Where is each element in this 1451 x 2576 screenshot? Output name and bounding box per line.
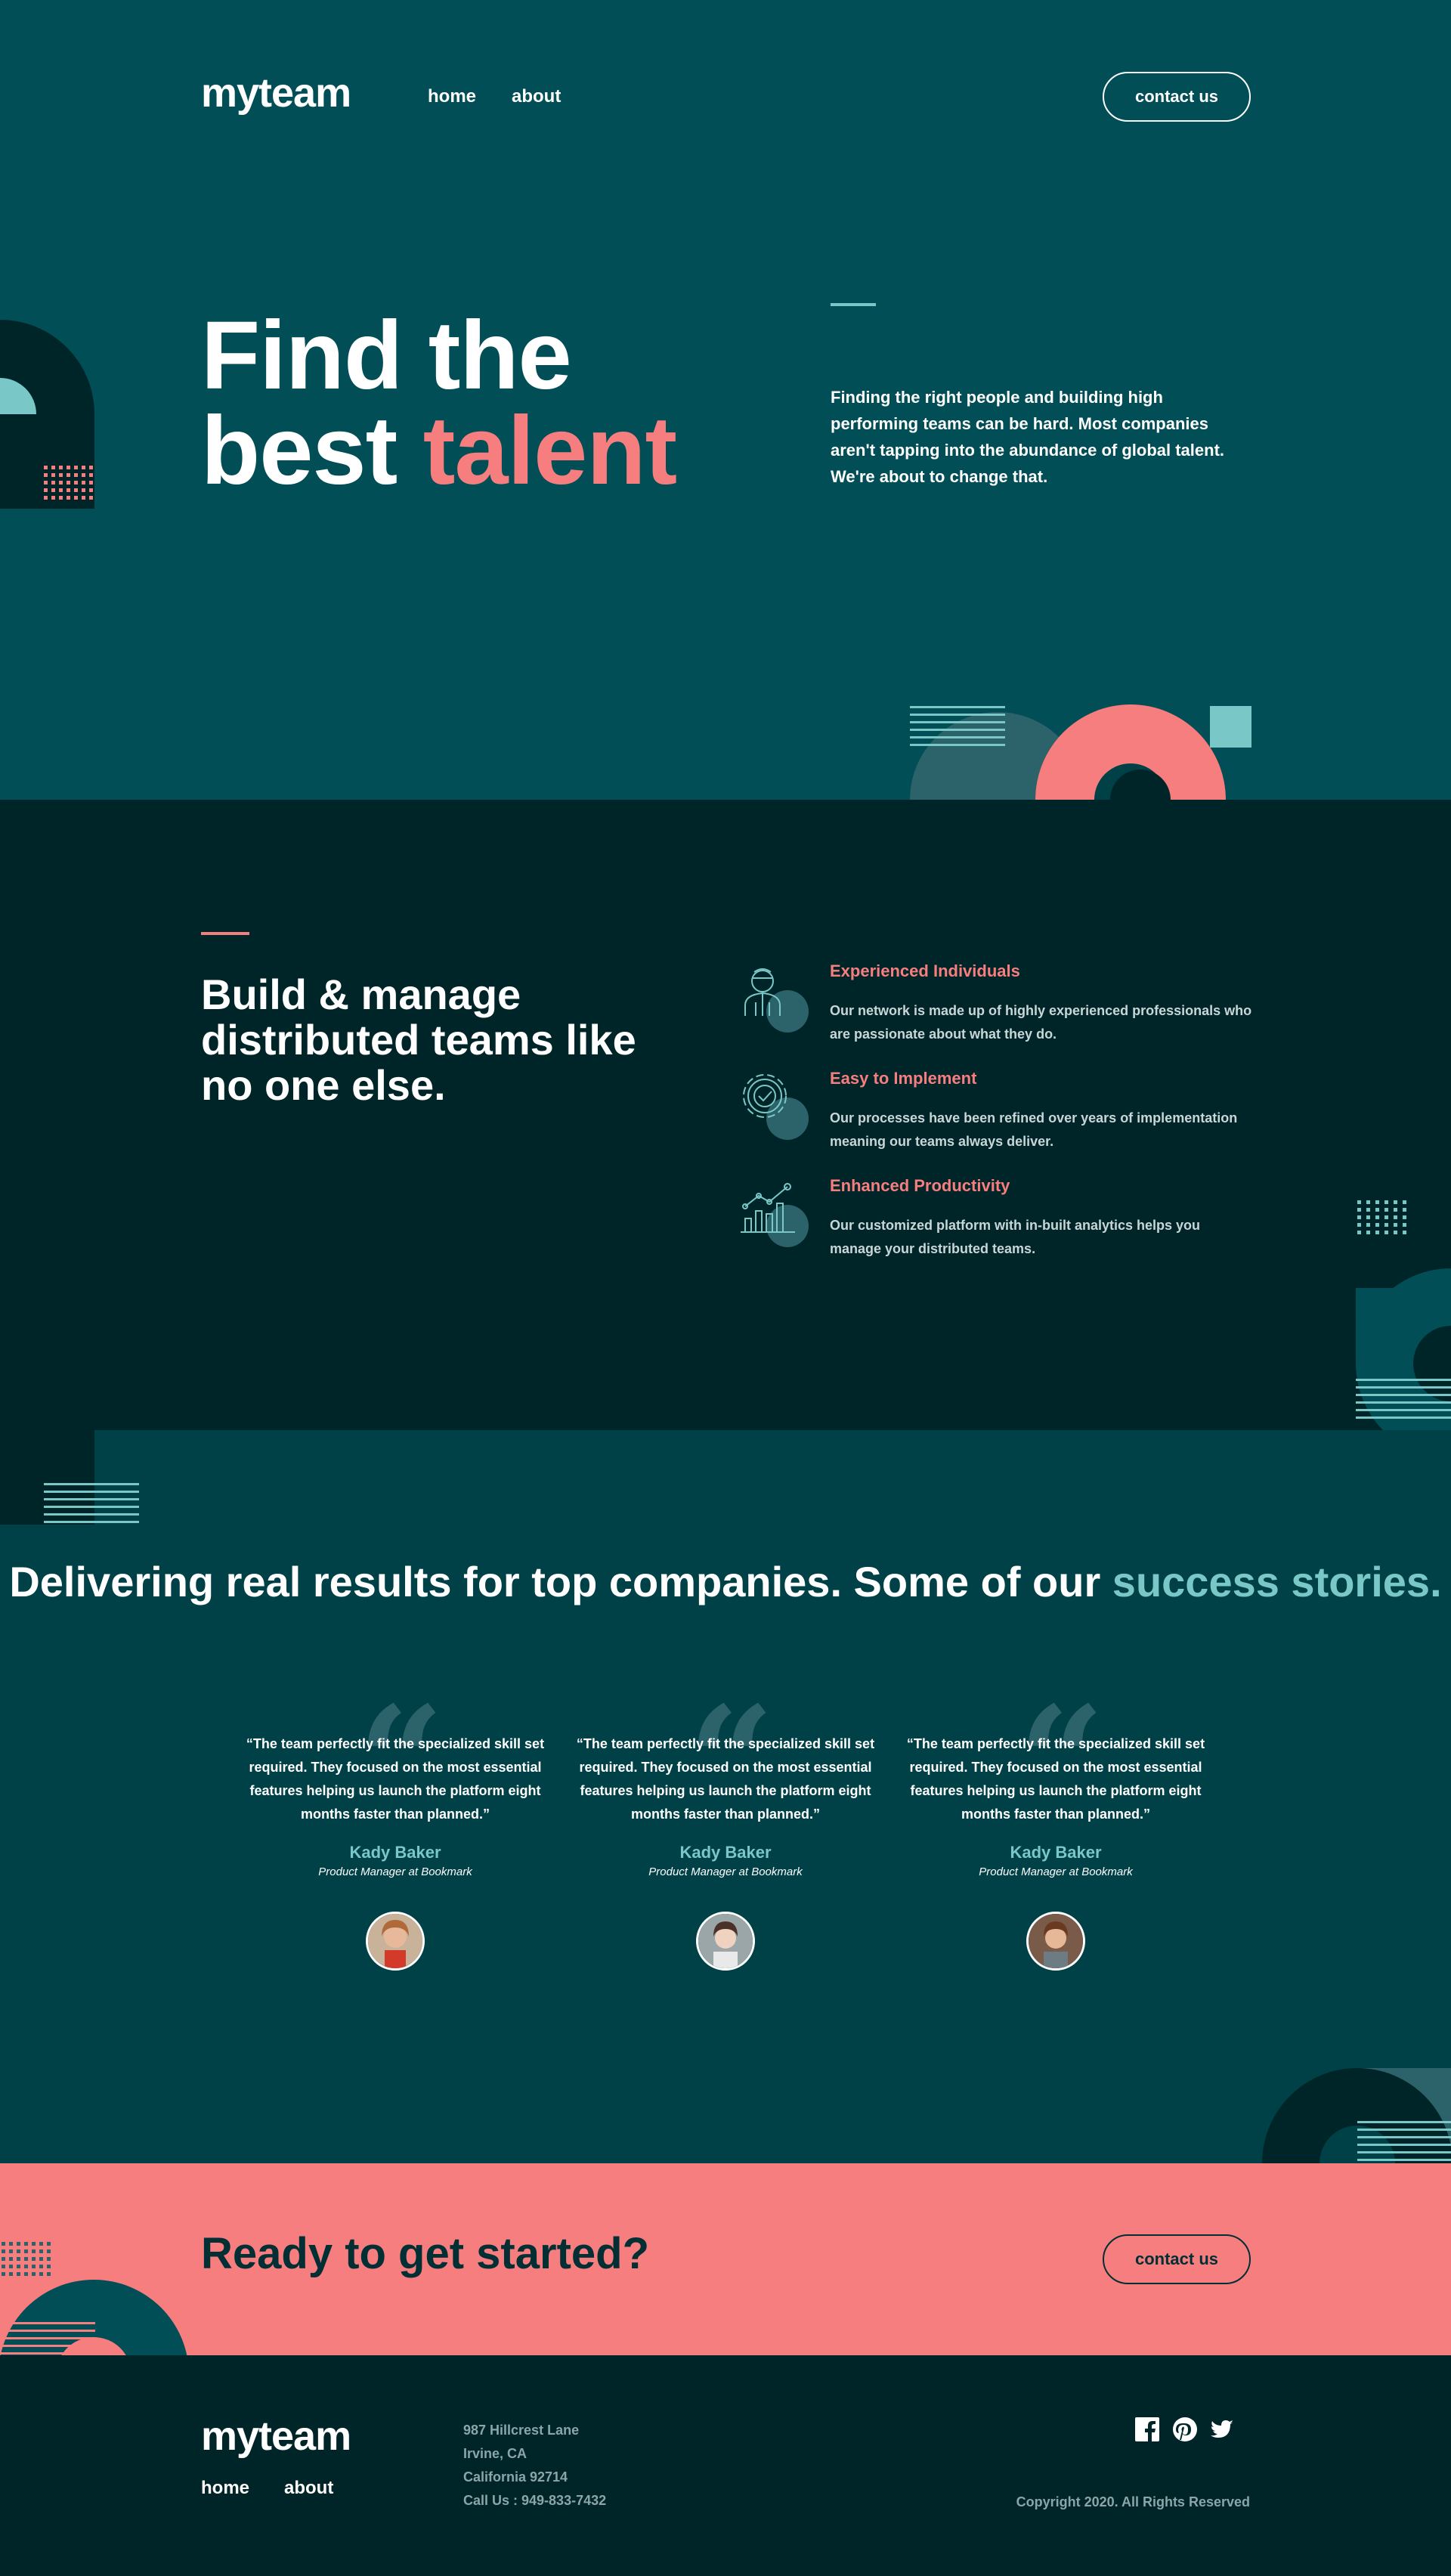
avatar — [1026, 1912, 1085, 1971]
avatar — [696, 1912, 755, 1971]
testimonial-role: Product Manager at Bookmark — [648, 1865, 803, 1878]
hero-accent-bar — [831, 303, 876, 306]
footer-about-link[interactable]: about — [284, 2478, 333, 2499]
feature-description: Our network is made up of highly experie… — [830, 1003, 1252, 1042]
testimonial-role: Product Manager at Bookmark — [318, 1865, 472, 1878]
footer-home-link[interactable]: home — [201, 2478, 249, 2499]
hero-description: Finding the right people and building hi… — [831, 388, 1225, 486]
testimonial-quote: “The team perfectly fit the specialized … — [906, 1736, 1205, 1822]
hero-section: myteam home about contact us Find the be… — [0, 0, 1451, 800]
features-title: Build & manage distributed teams like no… — [201, 971, 636, 1109]
testimonials-section: Delivering real results for top companie… — [0, 1430, 1451, 2163]
features-section: Build & manage distributed teams like no… — [0, 800, 1451, 1430]
feature-item: Experienced Individuals Our network is m… — [738, 961, 1267, 1067]
site-logo[interactable]: myteam — [201, 70, 351, 116]
hero-bottom-decoration — [910, 704, 1251, 800]
nav-home-link[interactable]: home — [428, 86, 476, 107]
hero-title-accent: talent — [422, 397, 677, 505]
footer-logo[interactable]: myteam — [201, 2413, 351, 2460]
avatar — [366, 1912, 425, 1971]
social-links — [1135, 2417, 1235, 2441]
feature-item: Enhanced Productivity Our customized pla… — [738, 1176, 1267, 1282]
feature-description: Our customized platform with in-built an… — [830, 1218, 1201, 1256]
feature-description: Our processes have been refined over yea… — [830, 1110, 1238, 1149]
contact-us-button[interactable]: contact us — [1103, 72, 1251, 122]
testimonial-card: “ “The team perfectly fit the specialize… — [237, 1687, 554, 1971]
testimonials-title-text: Delivering real results for top companie… — [9, 1558, 1112, 1605]
feature-name: Easy to Implement — [830, 1069, 977, 1088]
cta-contact-us-button[interactable]: contact us — [1103, 2234, 1251, 2284]
address-phone: Call Us : 949-833-7432 — [463, 2493, 607, 2508]
feature-name: Experienced Individuals — [830, 961, 1020, 980]
feature-name: Enhanced Productivity — [830, 1176, 1010, 1195]
address-line: 987 Hillcrest Lane — [463, 2423, 580, 2438]
gear-check-icon — [743, 1074, 809, 1140]
hero-title-line1: Find the — [201, 302, 572, 410]
testimonials-title: Delivering real results for top companie… — [0, 1559, 1451, 1605]
twitter-icon[interactable] — [1211, 2417, 1235, 2441]
testimonial-card: “ “The team perfectly fit the specialize… — [897, 1687, 1214, 1971]
hero-left-decoration — [0, 320, 94, 509]
cta-section: Ready to get started? contact us — [0, 2163, 1451, 2355]
testimonials-title-accent: success stories. — [1112, 1558, 1442, 1605]
footer: myteam home about 987 Hillcrest Lane Irv… — [0, 2355, 1451, 2576]
features-right-decoration — [1356, 1200, 1451, 1430]
address-line: Irvine, CA — [463, 2446, 527, 2461]
pinterest-icon[interactable] — [1173, 2417, 1197, 2441]
testimonials-right-decoration — [1262, 2068, 1451, 2163]
testimonial-card: “ “The team perfectly fit the specialize… — [567, 1687, 884, 1971]
cta-title: Ready to get started? — [201, 2229, 649, 2278]
testimonial-role: Product Manager at Bookmark — [979, 1865, 1133, 1878]
hero-title: Find the best talent — [201, 308, 677, 500]
hero-title-line2: best — [201, 397, 423, 505]
features-accent-bar — [201, 932, 249, 935]
chart-icon — [741, 1183, 809, 1247]
person-icon — [744, 968, 809, 1033]
testimonials-left-decoration — [0, 1430, 139, 1525]
testimonial-quote: “The team perfectly fit the specialized … — [246, 1736, 545, 1822]
address-line: California 92714 — [463, 2469, 568, 2485]
copyright-text: Copyright 2020. All Rights Reserved — [1016, 2494, 1250, 2509]
nav-about-link[interactable]: about — [512, 86, 561, 107]
feature-item: Easy to Implement Our processes have bee… — [738, 1069, 1267, 1175]
testimonial-quote: “The team perfectly fit the specialized … — [576, 1736, 875, 1822]
footer-address: 987 Hillcrest Lane Irvine, CA California… — [463, 2419, 606, 2513]
facebook-icon[interactable] — [1135, 2417, 1159, 2441]
cta-left-decoration — [0, 2242, 187, 2355]
